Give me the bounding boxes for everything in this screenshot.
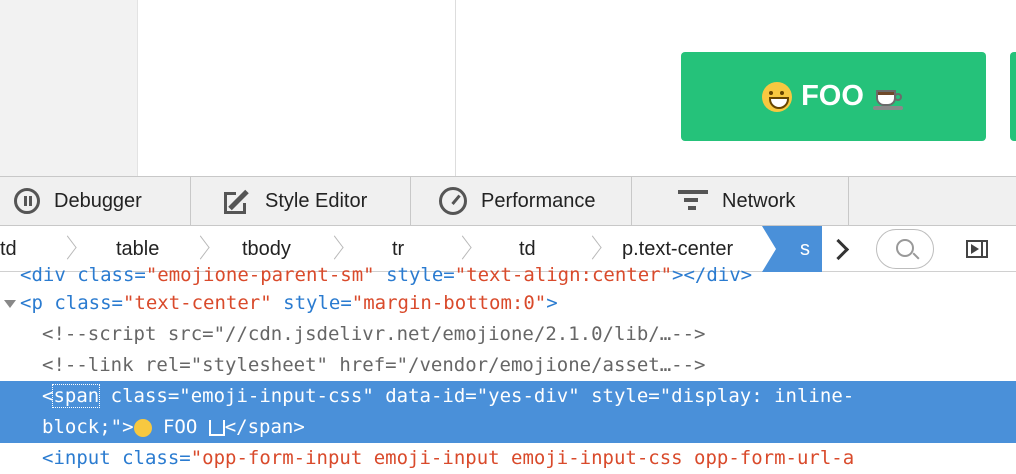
divider — [137, 0, 138, 176]
tab-network[interactable]: Network — [632, 177, 849, 225]
tab-label: Performance — [481, 189, 596, 212]
markup-line-selected[interactable]: <span class="emoji-input-css" data-id="y… — [0, 381, 1016, 412]
performance-icon — [439, 187, 467, 215]
left-panel — [0, 0, 137, 176]
next-button-edge[interactable] — [1010, 52, 1016, 141]
foo-button[interactable]: FOO — [681, 52, 986, 141]
devtools-tabbar: Debugger Style Editor Performance Networ… — [0, 176, 1016, 226]
markup-line-selected[interactable]: block;"> FOO </span> — [0, 412, 1016, 443]
tab-performance[interactable]: Performance — [411, 177, 632, 225]
breadcrumb-separator — [193, 238, 207, 260]
tab-debugger[interactable]: Debugger — [0, 177, 191, 225]
markup-comment[interactable]: <!--link rel="stylesheet" href="/vendor/… — [0, 350, 1016, 381]
style-editor-icon — [223, 187, 251, 215]
tab-label: Network — [722, 189, 796, 212]
expand-toggle-icon[interactable] — [4, 299, 16, 308]
markup-line[interactable]: <p class="text-center" style="margin-bot… — [0, 288, 1016, 319]
network-icon — [678, 188, 708, 214]
debugger-icon — [14, 188, 40, 214]
hot-beverage-icon — [872, 84, 905, 110]
grinning-face-icon — [762, 81, 793, 112]
chevron-right-icon[interactable] — [830, 238, 850, 260]
tab-label: Style Editor — [265, 189, 368, 212]
hot-beverage-icon — [208, 419, 225, 436]
markup-line[interactable]: <input class="opp-form-input emoji-input… — [0, 443, 1016, 474]
page-preview: FOO — [0, 0, 1016, 176]
tab-label: Debugger — [54, 189, 142, 212]
breadcrumb-separator — [585, 238, 599, 260]
breadcrumb-separator — [60, 238, 74, 260]
tab-style-editor[interactable]: Style Editor — [191, 177, 411, 225]
breadcrumb-separator — [455, 238, 469, 260]
divider — [455, 0, 456, 176]
markup-line[interactable]: <div class="emojione-parent-sm" style="t… — [0, 260, 1016, 291]
search-icon — [896, 239, 914, 257]
breadcrumb-separator — [327, 238, 341, 260]
grinning-face-icon — [133, 418, 152, 437]
markup-comment[interactable]: <!--script src="//cdn.jsdelivr.net/emoji… — [0, 319, 1016, 350]
markup-view: <div class="emojione-parent-sm" style="t… — [0, 264, 1016, 474]
element-picker-icon[interactable] — [966, 240, 988, 258]
foo-button-label: FOO — [801, 80, 864, 112]
